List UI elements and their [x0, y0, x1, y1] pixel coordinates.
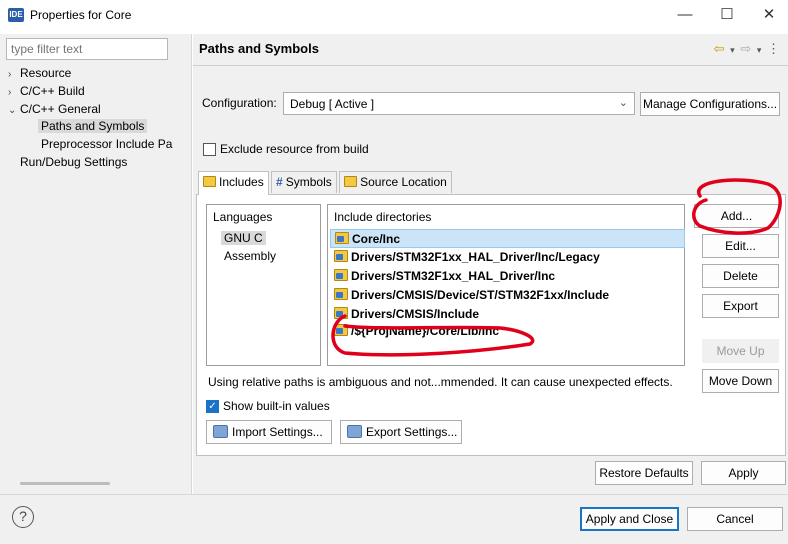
configuration-value: Debug [ Active ] — [290, 97, 375, 111]
nav-controls: ⇦ ▾ ⇨ ▾ ⋮ — [712, 41, 780, 57]
tab-bar: Includes # Symbols Source Location — [198, 171, 452, 195]
include-path: Drivers/STM32F1xx_HAL_Driver/Inc/Legacy — [351, 250, 600, 264]
cancel-button[interactable]: Cancel — [687, 507, 783, 531]
move-up-button[interactable]: Move Up — [702, 339, 779, 363]
include-path: Core/Inc — [352, 232, 401, 246]
tab-symbols[interactable]: # Symbols — [271, 171, 337, 193]
close-button[interactable]: ✕ — [752, 3, 786, 27]
hash-icon: # — [276, 175, 283, 189]
page-header: Paths and Symbols ⇦ ▾ ⇨ ▾ ⋮ — [193, 34, 788, 66]
dialog-footer: ? Apply and Close Cancel — [0, 495, 788, 544]
include-path: Drivers/CMSIS/Device/ST/STM32F1xx/Includ… — [351, 288, 610, 302]
restore-defaults-button[interactable]: Restore Defaults — [595, 461, 693, 485]
include-folder-icon — [334, 269, 348, 281]
sidebar-item-preprocessor-include[interactable]: Preprocessor Include Pa — [41, 137, 191, 151]
import-icon — [213, 425, 228, 438]
apply-and-close-button[interactable]: Apply and Close — [580, 507, 679, 531]
include-path: Drivers/CMSIS/Include — [351, 307, 480, 319]
sidebar-item-resource[interactable]: › Resource — [8, 66, 71, 80]
language-item-gnu-c[interactable]: GNU C — [221, 231, 266, 245]
add-button[interactable]: Add... — [694, 204, 779, 228]
include-directory-row[interactable]: Drivers/STM32F1xx_HAL_Driver/Inc — [330, 267, 685, 286]
collapse-arrow-icon[interactable]: ⌄ — [8, 105, 20, 116]
relative-paths-warning: Using relative paths is ambiguous and no… — [208, 375, 673, 389]
sidebar-item-label: C/C++ General — [20, 102, 101, 116]
title-bar: IDE Properties for Core — ☐ ✕ — [0, 0, 788, 30]
show-builtin-checkbox[interactable]: ✓ — [206, 400, 219, 413]
import-settings-label: Import Settings... — [232, 425, 323, 439]
sidebar-item-label: Run/Debug Settings — [20, 155, 128, 169]
chevron-down-icon: ⌄ — [618, 97, 628, 109]
tab-label: Includes — [219, 175, 264, 189]
sidebar-item-c-cpp-general[interactable]: ⌄ C/C++ General — [8, 102, 101, 116]
expand-arrow-icon[interactable]: › — [8, 69, 20, 80]
exclude-resource-label: Exclude resource from build — [220, 142, 369, 156]
sidebar-item-run-debug-settings[interactable]: Run/Debug Settings — [20, 155, 127, 169]
sidebar-scrollbar[interactable] — [20, 482, 110, 485]
include-directories-header: Include directories — [334, 210, 432, 224]
sidebar-item-label: Preprocessor Include Pa — [41, 137, 173, 151]
folder-icon — [203, 176, 216, 187]
back-arrow-icon[interactable]: ⇦ — [714, 41, 725, 56]
include-directory-row[interactable]: Drivers/CMSIS/Include — [330, 305, 685, 319]
edit-button[interactable]: Edit... — [702, 234, 779, 258]
minimize-button[interactable]: — — [668, 3, 702, 27]
include-folder-icon — [334, 324, 348, 336]
forward-dropdown-icon[interactable]: ▾ — [757, 45, 762, 55]
include-folder-icon — [334, 307, 348, 319]
help-icon[interactable]: ? — [12, 506, 34, 528]
maximize-button[interactable]: ☐ — [710, 3, 744, 27]
main-panel: Paths and Symbols ⇦ ▾ ⇨ ▾ ⋮ Configuratio… — [193, 34, 788, 495]
import-settings-button[interactable]: Import Settings... — [206, 420, 332, 444]
sidebar: ›Resource ›C/C++ Build ⌄C/C++ General Pa… — [0, 34, 192, 495]
export-button[interactable]: Export — [702, 294, 779, 318]
page-title: Paths and Symbols — [199, 41, 319, 56]
sidebar-item-label: Paths and Symbols — [41, 119, 145, 133]
window-title: Properties for Core — [30, 8, 132, 22]
tab-label: Source Location — [360, 175, 447, 189]
configuration-select[interactable]: Debug [ Active ] ⌄ — [283, 92, 635, 115]
include-folder-icon — [334, 250, 348, 262]
languages-list[interactable]: Languages GNU C Assembly — [206, 204, 321, 366]
filter-input[interactable] — [6, 38, 168, 60]
move-down-button[interactable]: Move Down — [702, 369, 779, 393]
include-directory-row[interactable]: /${ProjName}/Core/Lib/Inc — [330, 322, 685, 341]
delete-button[interactable]: Delete — [702, 264, 779, 288]
languages-header: Languages — [213, 210, 273, 224]
back-dropdown-icon[interactable]: ▾ — [730, 45, 735, 55]
export-settings-button[interactable]: Export Settings... — [340, 420, 462, 444]
include-directories-list[interactable]: Include directories Core/Inc Drivers/STM… — [327, 204, 685, 366]
include-folder-icon — [334, 288, 348, 300]
app-icon: IDE — [8, 8, 24, 22]
include-directory-row[interactable]: Core/Inc — [330, 229, 685, 248]
expand-arrow-icon[interactable]: › — [8, 87, 20, 98]
exclude-resource-checkbox[interactable] — [203, 143, 216, 156]
sidebar-item-label: C/C++ Build — [20, 84, 85, 98]
sidebar-item-label: Resource — [20, 66, 72, 80]
language-item-assembly[interactable]: Assembly — [224, 249, 276, 263]
tab-includes[interactable]: Includes — [198, 171, 269, 195]
manage-configurations-button[interactable]: Manage Configurations... — [640, 92, 780, 116]
sidebar-item-c-cpp-build[interactable]: › C/C++ Build — [8, 84, 85, 98]
tab-source-location[interactable]: Source Location — [339, 171, 452, 193]
include-path: Drivers/STM32F1xx_HAL_Driver/Inc — [351, 269, 556, 283]
configuration-label: Configuration: — [202, 96, 277, 110]
include-path: /${ProjName}/Core/Lib/Inc — [351, 324, 500, 338]
include-directory-row[interactable]: Drivers/CMSIS/Device/ST/STM32F1xx/Includ… — [330, 286, 685, 305]
forward-arrow-icon[interactable]: ⇨ — [740, 41, 751, 56]
folder-icon — [344, 176, 358, 187]
export-icon — [347, 425, 362, 438]
tab-label: Symbols — [285, 175, 332, 189]
show-builtin-label: Show built-in values — [223, 399, 330, 413]
include-folder-icon — [335, 232, 349, 244]
include-directory-row[interactable]: Drivers/STM32F1xx_HAL_Driver/Inc/Legacy — [330, 248, 685, 267]
sidebar-item-paths-and-symbols[interactable]: Paths and Symbols — [38, 119, 148, 133]
export-settings-label: Export Settings... — [366, 425, 458, 439]
apply-button[interactable]: Apply — [701, 461, 786, 485]
more-menu-icon[interactable]: ⋮ — [767, 41, 780, 56]
